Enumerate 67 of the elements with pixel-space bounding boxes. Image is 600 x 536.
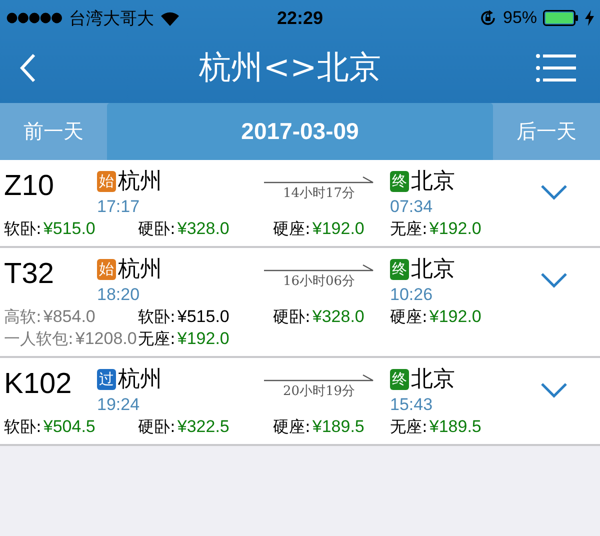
seat-type: 软卧: bbox=[4, 417, 42, 436]
seat-type: 无座: bbox=[390, 417, 428, 436]
wifi-icon bbox=[160, 10, 180, 26]
ticket-price: ¥192.0 bbox=[429, 219, 482, 238]
ticket-price: ¥192.0 bbox=[429, 307, 482, 326]
expand-chevron-icon[interactable] bbox=[540, 272, 568, 288]
seat-type: 一人软包: bbox=[4, 329, 74, 348]
travel-duration: 16小时06分 bbox=[282, 273, 356, 290]
seat-type: 硬卧: bbox=[273, 307, 310, 326]
ticket-price: ¥322.5 bbox=[177, 417, 230, 436]
ticket-price: ¥515.0 bbox=[43, 219, 96, 238]
charging-icon bbox=[585, 10, 594, 26]
ticket-price: ¥1208.0 bbox=[75, 329, 137, 348]
carrier-name: 台湾大哥大 bbox=[69, 8, 154, 30]
stop-type-badge: 终 bbox=[390, 170, 409, 192]
clock-time: 22:29 bbox=[276, 8, 324, 28]
station-name: 杭州 bbox=[118, 168, 162, 196]
seat-type: 硬座: bbox=[273, 417, 310, 436]
departure-time: 18:20 bbox=[97, 285, 141, 305]
arrival-time: 07:34 bbox=[390, 197, 434, 217]
station-name: 杭州 bbox=[118, 366, 162, 394]
seat-type: 无座: bbox=[138, 329, 176, 348]
ticket-price: ¥328.0 bbox=[177, 219, 230, 238]
back-icon[interactable] bbox=[20, 53, 36, 83]
seat-type: 软卧: bbox=[4, 219, 42, 238]
expand-chevron-icon[interactable] bbox=[540, 382, 568, 398]
station-name: 北京 bbox=[411, 256, 455, 284]
expand-chevron-icon[interactable] bbox=[540, 184, 568, 200]
ticket-price: ¥192.0 bbox=[312, 219, 364, 238]
ticket-price: ¥189.5 bbox=[429, 417, 482, 436]
arrival-time: 10:26 bbox=[390, 285, 434, 305]
stop-type-badge: 终 bbox=[390, 258, 409, 280]
travel-duration: 20小时19分 bbox=[282, 383, 356, 400]
travel-duration: 14小时17分 bbox=[282, 185, 356, 202]
train-number: T32 bbox=[4, 257, 55, 291]
station-name: 杭州 bbox=[118, 256, 162, 284]
train-number: K102 bbox=[4, 367, 73, 401]
ticket-price: ¥515.0 bbox=[177, 307, 230, 326]
stop-type-badge: 终 bbox=[390, 368, 409, 390]
ticket-price: ¥854.0 bbox=[43, 307, 96, 326]
ticket-price: ¥192.0 bbox=[177, 329, 230, 348]
station-name: 北京 bbox=[411, 366, 455, 394]
departure-time: 17:17 bbox=[97, 197, 141, 217]
ticket-price: ¥189.5 bbox=[312, 417, 364, 436]
battery-percent: 95% bbox=[502, 8, 538, 28]
seat-type: 软卧: bbox=[138, 307, 176, 326]
seat-type: 无座: bbox=[390, 219, 428, 238]
stop-type-badge: 过 bbox=[97, 368, 116, 390]
arrival-time: 15:43 bbox=[390, 395, 434, 415]
page-title: 杭州<>北京 bbox=[198, 47, 382, 88]
signal-icon bbox=[6, 12, 63, 24]
ticket-price: ¥504.5 bbox=[43, 417, 96, 436]
rotation-lock-icon bbox=[478, 9, 497, 27]
station-name: 北京 bbox=[411, 168, 455, 196]
ticket-price: ¥328.0 bbox=[312, 307, 364, 326]
seat-type: 高软: bbox=[4, 307, 42, 326]
departure-time: 19:24 bbox=[97, 395, 141, 415]
train-number: Z10 bbox=[4, 169, 55, 203]
date-button[interactable]: 2017-03-09 bbox=[107, 103, 493, 160]
seat-type: 硬座: bbox=[390, 307, 428, 326]
seat-type: 硬卧: bbox=[138, 417, 176, 436]
stop-type-badge: 始 bbox=[97, 170, 116, 192]
stop-type-badge: 始 bbox=[97, 258, 116, 280]
battery-icon bbox=[543, 10, 580, 26]
seat-type: 硬卧: bbox=[138, 219, 176, 238]
seat-type: 硬座: bbox=[273, 219, 310, 238]
menu-icon[interactable] bbox=[536, 53, 576, 83]
